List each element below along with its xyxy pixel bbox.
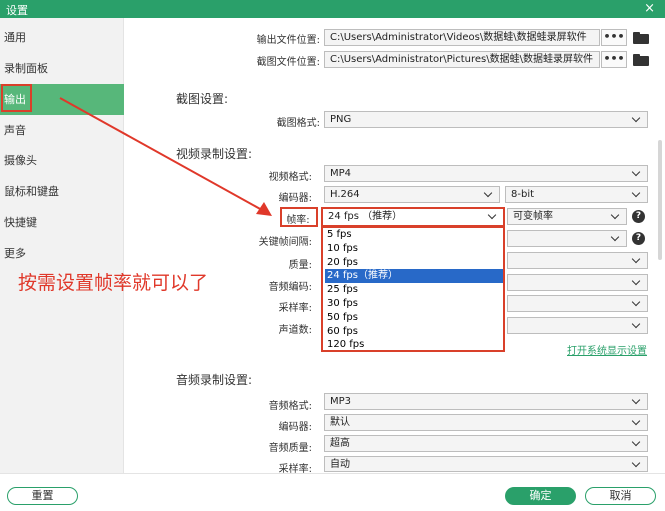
framerate-mode-value: 可变帧率 <box>513 211 553 222</box>
audio-encoder-label: 音频编码: <box>268 282 312 293</box>
encoder-select[interactable]: H.264 <box>324 186 500 203</box>
chevron-down-icon <box>632 415 642 430</box>
framerate-dropdown-list: 5 fps 10 fps 20 fps 24 fps（推荐） 25 fps 30… <box>321 226 505 352</box>
audio-encoder-select-2[interactable]: 默认 <box>324 414 648 431</box>
channels-select[interactable] <box>507 317 648 334</box>
keyframe-label: 关键帧间隔: <box>258 237 312 248</box>
chevron-down-icon <box>632 187 642 202</box>
audio-samplerate-value: 自动 <box>330 459 350 470</box>
output-location-browse-button[interactable]: ••• <box>601 29 627 46</box>
encoder-value: H.264 <box>330 189 360 200</box>
screenshot-location-label: 截图文件位置: <box>256 57 320 68</box>
sidebar-item-sound[interactable]: 声音 <box>0 115 124 146</box>
sidebar-item-hotkeys[interactable]: 快捷键 <box>0 207 124 238</box>
chevron-down-icon <box>632 112 642 127</box>
video-samplerate-label: 采样率: <box>278 303 312 314</box>
sidebar-output-highlight <box>1 84 32 112</box>
video-format-label: 视频格式: <box>268 172 312 183</box>
sidebar-item-general[interactable]: 通用 <box>0 22 124 53</box>
framerate-option[interactable]: 50 fps <box>325 311 503 325</box>
framerate-option[interactable]: 25 fps <box>325 283 503 297</box>
framerate-option[interactable]: 60 fps <box>325 325 503 339</box>
framerate-option[interactable]: 120 fps <box>325 338 503 352</box>
video-format-select[interactable]: MP4 <box>324 165 648 182</box>
video-format-value: MP4 <box>330 168 352 179</box>
bitdepth-select[interactable]: 8-bit <box>505 186 648 203</box>
audio-format-label: 音频格式: <box>268 401 312 412</box>
screenshot-format-select[interactable]: PNG <box>324 111 648 128</box>
framerate-label-highlight <box>280 207 318 227</box>
framerate-option[interactable]: 5 fps <box>325 228 503 242</box>
chevron-down-icon <box>632 253 642 268</box>
audio-settings-title: 音频录制设置: <box>176 373 253 387</box>
chevron-down-icon <box>632 166 642 181</box>
chevron-down-icon <box>632 394 642 409</box>
framerate-option[interactable]: 30 fps <box>325 297 503 311</box>
video-settings-title: 视频录制设置: <box>176 147 253 161</box>
framerate-select-highlight <box>321 207 505 227</box>
framerate-help-icon[interactable]: ? <box>632 210 645 223</box>
quality-label: 质量: <box>288 260 312 271</box>
framerate-option[interactable]: 20 fps <box>325 256 503 270</box>
audio-encoder-select[interactable] <box>507 274 648 291</box>
sidebar-item-camera[interactable]: 摄像头 <box>0 145 124 176</box>
audio-quality-select[interactable]: 超高 <box>324 435 648 452</box>
audio-format-select[interactable]: MP3 <box>324 393 648 410</box>
chevron-down-icon <box>632 296 642 311</box>
keyframe-help-icon[interactable]: ? <box>632 232 645 245</box>
video-samplerate-select[interactable] <box>507 295 648 312</box>
title-bar: 设置 × <box>0 0 665 18</box>
audio-encoder-label-2: 编码器: <box>278 422 312 433</box>
scrollbar[interactable] <box>658 140 662 260</box>
quality-select[interactable] <box>507 252 648 269</box>
open-display-settings-link[interactable]: 打开系统显示设置 <box>567 342 647 357</box>
chevron-down-icon <box>632 457 642 471</box>
sidebar-item-more[interactable]: 更多 <box>0 238 124 269</box>
screenshot-location-field[interactable]: C:\Users\Administrator\Pictures\数据蛙\数据蛙录… <box>324 51 600 68</box>
framerate-mode-select[interactable]: 可变帧率 <box>507 208 627 225</box>
ok-button[interactable]: 确定 <box>505 487 576 505</box>
audio-quality-value: 超高 <box>330 438 350 449</box>
bitdepth-value: 8-bit <box>511 189 535 200</box>
audio-quality-label: 音频质量: <box>268 443 312 454</box>
chevron-down-icon <box>632 318 642 333</box>
chevron-down-icon <box>611 231 621 246</box>
screenshot-location-browse-button[interactable]: ••• <box>601 51 627 68</box>
chevron-down-icon <box>632 436 642 451</box>
channels-label: 声道数: <box>278 325 312 336</box>
sidebar-item-mouse-keyboard[interactable]: 鼠标和键盘 <box>0 176 124 207</box>
close-icon[interactable]: × <box>644 0 655 18</box>
audio-encoder-value: 默认 <box>330 417 350 428</box>
output-location-label: 输出文件位置: <box>256 35 320 46</box>
sidebar-item-recording-panel[interactable]: 录制面板 <box>0 53 124 84</box>
audio-format-value: MP3 <box>330 396 352 407</box>
framerate-option[interactable]: 10 fps <box>325 242 503 256</box>
audio-samplerate-select[interactable]: 自动 <box>324 456 648 472</box>
framerate-option-selected[interactable]: 24 fps（推荐） <box>325 269 503 284</box>
screenshot-format-value: PNG <box>330 114 352 125</box>
annotation-text: 按需设置帧率就可以了 <box>18 272 209 294</box>
chevron-down-icon <box>611 209 621 224</box>
cancel-button[interactable]: 取消 <box>585 487 656 505</box>
window-title: 设置 <box>6 4 28 17</box>
screenshot-format-label: 截图格式: <box>276 118 320 129</box>
keyframe-select[interactable] <box>507 230 627 247</box>
chevron-down-icon <box>484 187 494 202</box>
footer: 重置 确定 取消 <box>0 473 665 511</box>
screenshot-settings-title: 截图设置: <box>176 92 229 106</box>
encoder-label: 编码器: <box>278 193 312 204</box>
screenshot-folder-icon[interactable] <box>633 54 649 66</box>
reset-button[interactable]: 重置 <box>7 487 78 505</box>
output-location-field[interactable]: C:\Users\Administrator\Videos\数据蛙\数据蛙录屏软… <box>324 29 600 46</box>
chevron-down-icon <box>632 275 642 290</box>
output-folder-icon[interactable] <box>633 32 649 44</box>
